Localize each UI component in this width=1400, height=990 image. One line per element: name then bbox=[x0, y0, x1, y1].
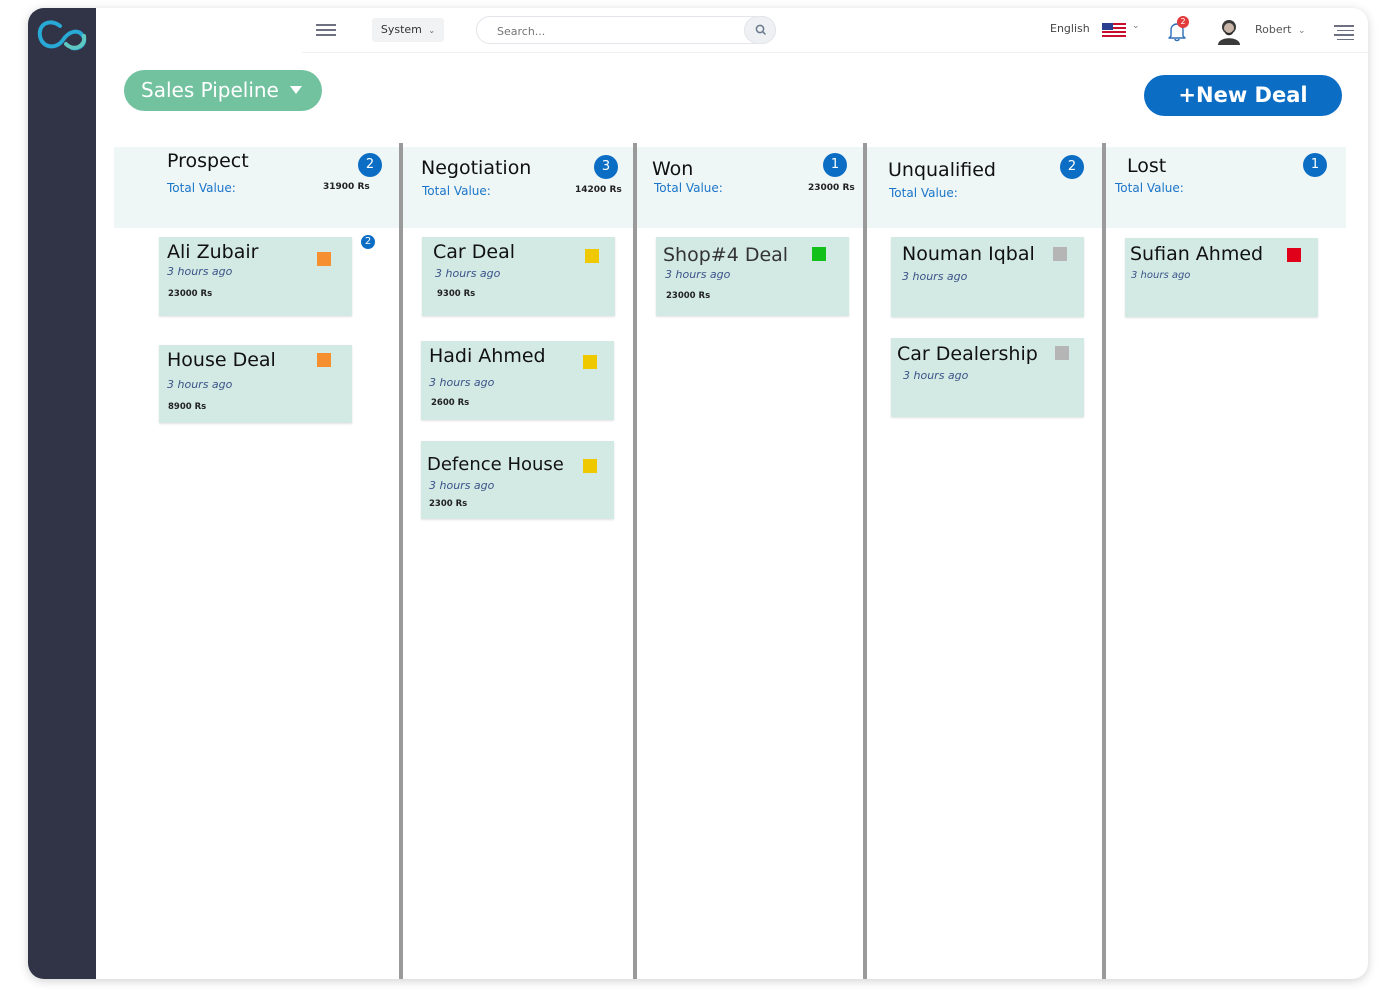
deal-title: House Deal bbox=[167, 349, 276, 371]
column-title: Prospect bbox=[167, 150, 249, 172]
column-count-badge: 2 bbox=[358, 153, 382, 177]
column-total-label: Total Value: bbox=[654, 181, 723, 195]
deal-time: 3 hours ago bbox=[435, 267, 501, 280]
deal-status-tag bbox=[1055, 346, 1069, 360]
system-dropdown[interactable]: System ⌄ bbox=[372, 18, 444, 42]
system-dropdown-label: System bbox=[380, 23, 422, 36]
deal-card[interactable]: Defence House 3 hours ago 2300 Rs bbox=[421, 441, 614, 519]
sales-pipeline-dropdown[interactable]: Sales Pipeline bbox=[124, 70, 322, 111]
user-chevron-down-icon: ⌄ bbox=[1297, 26, 1306, 36]
deal-card[interactable]: Nouman Iqbal 3 hours ago bbox=[891, 237, 1084, 317]
language-selector[interactable]: English bbox=[1050, 22, 1090, 35]
deal-time: 3 hours ago bbox=[429, 376, 495, 389]
language-chevron-down-icon[interactable]: ⌄ bbox=[1132, 21, 1140, 31]
deal-amount: 9300 Rs bbox=[437, 289, 476, 299]
search-icon bbox=[755, 24, 767, 36]
column-title: Won bbox=[652, 158, 694, 180]
app-logo-icon[interactable] bbox=[36, 18, 88, 54]
deal-amount: 2600 Rs bbox=[431, 398, 470, 408]
deal-amount: 8900 Rs bbox=[168, 402, 207, 412]
deal-time: 3 hours ago bbox=[167, 265, 233, 278]
sidebar bbox=[28, 8, 96, 979]
column-total-label: Total Value: bbox=[422, 184, 491, 198]
top-bar: System ⌄ English ⌄ 2 bbox=[302, 8, 1368, 53]
search-input[interactable] bbox=[495, 21, 739, 41]
deal-status-tag bbox=[1053, 247, 1067, 261]
chevron-down-icon: ⌄ bbox=[428, 26, 436, 35]
pipeline-label: Sales Pipeline bbox=[141, 78, 279, 102]
deal-card[interactable]: Shop#4 Deal 3 hours ago 23000 Rs bbox=[656, 237, 849, 316]
user-name-label: Robert bbox=[1255, 23, 1292, 36]
deal-card[interactable]: Ali Zubair 3 hours ago 23000 Rs bbox=[159, 237, 352, 316]
user-menu[interactable]: Robert ⌄ bbox=[1255, 23, 1306, 36]
deal-status-tag bbox=[812, 247, 826, 261]
deal-time: 3 hours ago bbox=[903, 369, 969, 382]
new-deal-button[interactable]: +New Deal bbox=[1144, 75, 1342, 116]
column-count-badge: 1 bbox=[823, 153, 847, 177]
column-count-badge: 3 bbox=[594, 155, 618, 179]
deal-time: 3 hours ago bbox=[902, 270, 968, 283]
deal-status-tag bbox=[317, 353, 331, 367]
deal-card[interactable]: House Deal 3 hours ago 8900 Rs bbox=[159, 345, 352, 423]
deal-time: 3 hours ago bbox=[429, 479, 495, 492]
app-window: System ⌄ English ⌄ 2 bbox=[28, 8, 1368, 979]
deal-status-tag bbox=[585, 249, 599, 263]
search-button[interactable] bbox=[744, 16, 776, 44]
card-count-badge: 2 bbox=[361, 235, 375, 249]
deal-title: Car Dealership bbox=[897, 343, 1038, 365]
deal-card[interactable]: Sufian Ahmed 3 hours ago bbox=[1125, 238, 1318, 317]
hamburger-menu-icon[interactable] bbox=[316, 24, 336, 36]
deal-status-tag bbox=[583, 355, 597, 369]
column-total-label: Total Value: bbox=[889, 186, 958, 200]
column-divider bbox=[633, 143, 637, 979]
us-flag-icon[interactable] bbox=[1102, 23, 1126, 37]
deal-title: Defence House bbox=[427, 454, 564, 475]
column-title: Negotiation bbox=[421, 157, 532, 179]
deal-time: 3 hours ago bbox=[167, 378, 233, 391]
deal-card[interactable]: Car Dealership 3 hours ago bbox=[891, 338, 1084, 417]
deal-card[interactable]: Car Deal 3 hours ago 9300 Rs bbox=[422, 237, 615, 316]
deal-title: Car Deal bbox=[433, 241, 516, 263]
caret-down-icon bbox=[290, 86, 302, 94]
notification-count-badge: 2 bbox=[1177, 16, 1189, 28]
deal-status-tag bbox=[317, 252, 331, 266]
column-total-value: 23000 Rs bbox=[808, 183, 855, 193]
deal-status-tag bbox=[583, 459, 597, 473]
search-box bbox=[476, 16, 776, 44]
column-divider bbox=[863, 143, 867, 979]
column-count-badge: 2 bbox=[1060, 155, 1084, 179]
column-total-label: Total Value: bbox=[167, 181, 236, 195]
right-menu-icon[interactable] bbox=[1334, 25, 1354, 40]
deal-title: Shop#4 Deal bbox=[663, 244, 789, 266]
user-avatar[interactable] bbox=[1216, 17, 1242, 45]
column-divider bbox=[399, 143, 403, 979]
column-count-badge: 1 bbox=[1303, 153, 1327, 177]
column-total-value: 31900 Rs bbox=[323, 182, 370, 192]
column-total-value: 14200 Rs bbox=[575, 185, 622, 195]
deal-status-tag bbox=[1287, 248, 1301, 262]
column-divider bbox=[1102, 143, 1106, 979]
deal-title: Sufian Ahmed bbox=[1130, 243, 1264, 265]
deal-amount: 2300 Rs bbox=[429, 499, 468, 509]
deal-title: Nouman Iqbal bbox=[902, 243, 1035, 265]
deal-title: Hadi Ahmed bbox=[429, 345, 546, 367]
column-total-label: Total Value: bbox=[1115, 181, 1184, 195]
deal-card[interactable]: Hadi Ahmed 3 hours ago 2600 Rs bbox=[421, 341, 614, 420]
column-title: Lost bbox=[1127, 155, 1167, 177]
deal-time: 3 hours ago bbox=[665, 268, 731, 281]
column-title: Unqualified bbox=[888, 159, 996, 181]
deal-time: 3 hours ago bbox=[1131, 270, 1191, 281]
deal-amount: 23000 Rs bbox=[168, 289, 213, 299]
deal-title: Ali Zubair bbox=[167, 241, 259, 263]
deal-amount: 23000 Rs bbox=[666, 291, 711, 301]
